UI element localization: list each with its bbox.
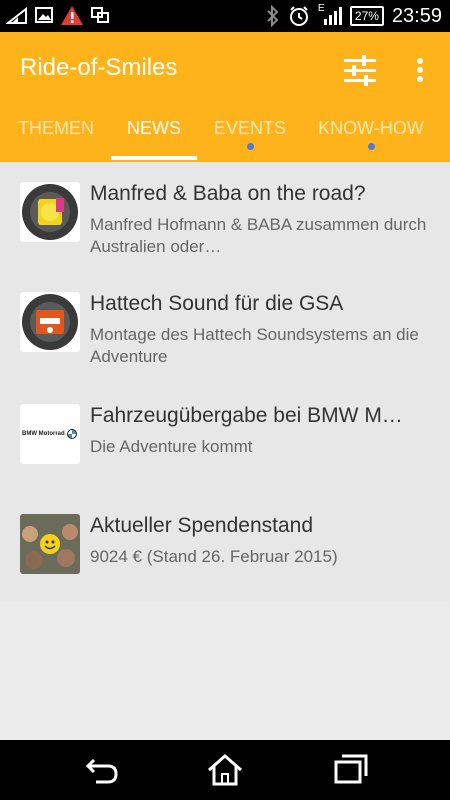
tab-label: THEMEN [18,118,94,138]
item-thumbnail [20,514,80,574]
recent-apps-button[interactable] [330,752,370,788]
ride-of-smiles-sticker-icon [20,182,80,242]
signal-strength-icon [6,6,27,24]
item-title: Fahrzeugübergabe bei BMW M… [90,404,403,427]
recent-apps-icon [334,754,368,784]
home-button[interactable] [205,752,245,788]
bmw-motorrad-label: BMW Motorrad [22,431,65,437]
active-tab-indicator [111,156,197,160]
item-title: Hattech Sound für die GSA [90,292,344,315]
item-subtitle: Manfred Hofmann & BABA zusammen durch Au… [90,215,427,256]
item-subtitle: 9024 € (Stand 26. Februar 2015) [90,547,338,566]
list-item[interactable]: Aktueller Spendenstand 9024 € (Stand 26.… [0,514,450,584]
item-thumbnail [20,292,80,352]
item-title: Aktueller Spendenstand [90,514,313,537]
list-item[interactable]: Hattech Sound für die GSA Montage des Ha… [0,292,450,366]
back-icon [85,758,118,784]
app-bar: Ride-of-Smiles THEMEN NEWS EVENTS KNOW-H… [0,32,450,162]
ride-of-smiles-sticker-icon [20,292,80,352]
status-bar: E 27% 23:59 [0,0,450,32]
bluetooth-icon [267,5,279,27]
warning-icon [61,6,83,25]
clock: 23:59 [391,4,442,27]
bmw-motorrad-logo: BMW Motorrad [20,428,80,440]
group-photo-icon [20,514,80,574]
item-subtitle: Montage des Hattech Soundsystems an die … [90,325,419,366]
more-vert-icon [417,58,423,82]
image-icon [35,7,53,23]
back-button[interactable] [82,752,122,788]
tab-label: KNOW-HOW [318,118,424,138]
screenshot-icon [91,7,109,23]
system-icons: E 27% 23:59 [266,2,442,30]
battery-indicator: 27% [349,6,384,26]
tab-bar: THEMEN NEWS EVENTS KNOW-HOW [0,112,450,162]
tab-know-how[interactable]: KNOW-HOW [300,112,442,162]
tab-label: EVENTS [213,118,287,138]
item-thumbnail [20,182,80,242]
notification-icons [6,4,110,26]
unread-dot [247,143,254,150]
home-icon [208,754,242,786]
system-nav-bar [0,740,450,800]
bmw-roundel-icon [66,429,77,439]
tab-label: NEWS [127,118,181,138]
unread-dot [368,143,375,150]
mobile-signal-icon: E [318,3,342,27]
news-list: Manfred & Baba on the road? Manfred Hofm… [0,162,450,602]
item-thumbnail: BMW Motorrad [20,404,80,464]
tab-themen[interactable]: THEMEN [0,112,112,162]
filter-settings-button[interactable] [340,52,380,88]
tune-icon [344,55,376,86]
alarm-icon [289,6,308,26]
app-title: Ride-of-Smiles [20,54,178,81]
tab-news[interactable]: NEWS [111,112,197,162]
tab-events[interactable]: EVENTS [200,112,300,162]
overflow-menu-button[interactable] [408,52,432,88]
list-item[interactable]: Manfred & Baba on the road? Manfred Hofm… [0,182,450,256]
item-title: Manfred & Baba on the road? [90,182,366,205]
list-item[interactable]: BMW Motorrad Fahrzeugübergabe bei BMW M…… [0,404,450,474]
item-subtitle: Die Adventure kommt [90,437,253,456]
